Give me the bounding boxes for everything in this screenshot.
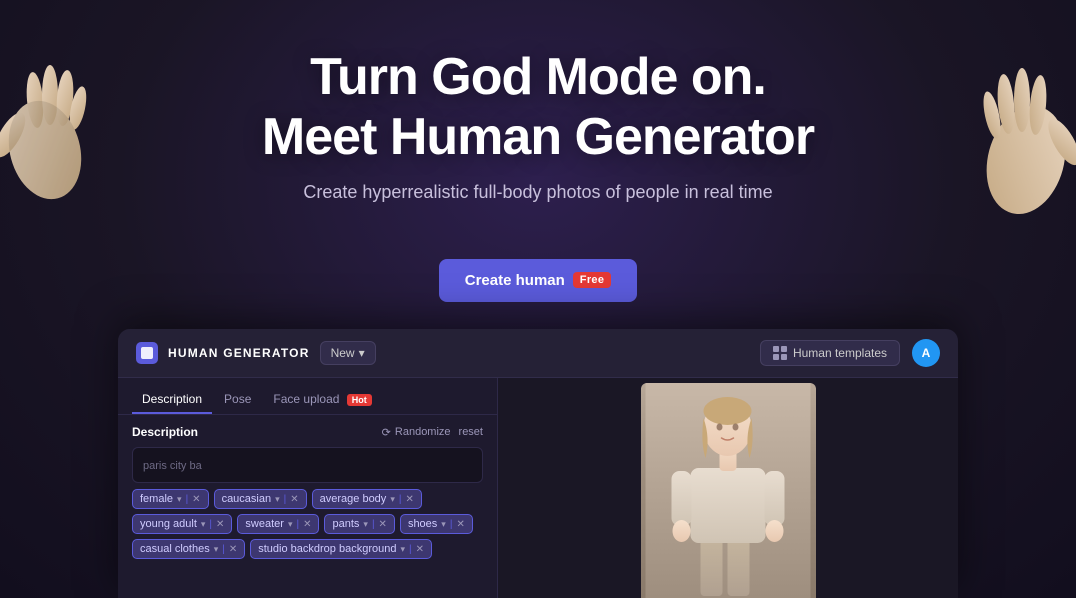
- hero-section: Turn God Mode on. Meet Human Generator C…: [0, 0, 1076, 302]
- app-topbar: HUMAN GENERATOR New ▾ Human templates A: [118, 329, 958, 378]
- close-icon[interactable]: ✕: [416, 544, 424, 555]
- tag-pants: pants ▾ | ✕: [324, 514, 394, 534]
- right-panel: [498, 378, 958, 598]
- left-hand-decoration: [0, 30, 100, 210]
- close-icon[interactable]: ✕: [456, 519, 464, 530]
- tag-studio-backdrop: studio backdrop background ▾ | ✕: [250, 539, 432, 559]
- new-button[interactable]: New ▾: [320, 341, 376, 365]
- close-icon[interactable]: ✕: [303, 519, 311, 530]
- app-brand-name: HUMAN GENERATOR: [168, 346, 310, 360]
- hot-badge: Hot: [347, 394, 372, 406]
- description-input-area: paris city ba: [132, 447, 483, 483]
- close-icon[interactable]: ✕: [379, 519, 387, 530]
- description-label: Description: [132, 425, 198, 439]
- close-icon[interactable]: ✕: [405, 494, 413, 505]
- app-logo: [136, 342, 158, 364]
- tabs-bar: Description Pose Face upload Hot: [118, 378, 497, 415]
- free-badge: Free: [573, 272, 611, 288]
- right-hand-decoration: [956, 30, 1076, 230]
- randomize-button[interactable]: ⟳ Randomize: [382, 426, 451, 439]
- model-figure: [646, 383, 811, 598]
- chevron-down-icon: ▾: [177, 494, 182, 505]
- grid-icon: [773, 346, 787, 360]
- tag-casual-clothes: casual clothes ▾ | ✕: [132, 539, 245, 559]
- chevron-down-icon: ▾: [400, 544, 405, 555]
- chevron-down-icon: ▾: [390, 494, 395, 505]
- human-templates-button[interactable]: Human templates: [760, 340, 900, 366]
- app-body: Description Pose Face upload Hot Descrip…: [118, 378, 958, 598]
- app-window: HUMAN GENERATOR New ▾ Human templates A: [118, 329, 958, 598]
- close-icon[interactable]: ✕: [216, 519, 224, 530]
- input-placeholder: paris city ba: [143, 460, 202, 472]
- close-icon[interactable]: ✕: [229, 544, 237, 555]
- app-topbar-left: HUMAN GENERATOR New ▾: [136, 341, 376, 365]
- hero-subtitle: Create hyperrealistic full-body photos o…: [0, 182, 1076, 203]
- tab-description[interactable]: Description: [132, 386, 212, 414]
- cta-label: Create human: [465, 272, 565, 289]
- tag-young-adult: young adult ▾ | ✕: [132, 514, 232, 534]
- app-logo-icon: [141, 347, 153, 359]
- tab-pose[interactable]: Pose: [214, 386, 261, 414]
- tag-caucasian: caucasian ▾ | ✕: [214, 489, 307, 509]
- randomize-row: ⟳ Randomize reset: [382, 426, 483, 439]
- model-photo: [641, 383, 816, 598]
- chevron-down-icon: ▾: [363, 519, 368, 530]
- chevron-down-icon: ▾: [359, 346, 365, 360]
- tags-container: female ▾ | ✕ caucasian ▾ | ✕ average b: [132, 489, 483, 559]
- tag-shoes: shoes ▾ | ✕: [400, 514, 473, 534]
- app-topbar-right: Human templates A: [760, 339, 940, 367]
- chevron-down-icon: ▾: [275, 494, 280, 505]
- create-human-button[interactable]: Create human Free: [439, 259, 637, 302]
- chevron-down-icon: ▾: [201, 519, 206, 530]
- close-icon[interactable]: ✕: [192, 494, 200, 505]
- description-header: Description ⟳ Randomize reset: [132, 425, 483, 439]
- user-avatar[interactable]: A: [912, 339, 940, 367]
- chevron-down-icon: ▾: [441, 519, 446, 530]
- tag-average-body: average body ▾ | ✕: [312, 489, 422, 509]
- tag-sweater: sweater ▾ | ✕: [237, 514, 319, 534]
- hero-title: Turn God Mode on. Meet Human Generator: [0, 48, 1076, 168]
- tag-female: female ▾ | ✕: [132, 489, 209, 509]
- tab-face-upload[interactable]: Face upload Hot: [263, 386, 381, 414]
- chevron-down-icon: ▾: [214, 544, 219, 555]
- panel-content: Description ⟳ Randomize reset paris city…: [118, 415, 497, 569]
- close-icon[interactable]: ✕: [290, 494, 298, 505]
- chevron-down-icon: ▾: [288, 519, 293, 530]
- left-panel: Description Pose Face upload Hot Descrip…: [118, 378, 498, 598]
- shuffle-icon: ⟳: [382, 426, 391, 439]
- reset-button[interactable]: reset: [459, 426, 483, 438]
